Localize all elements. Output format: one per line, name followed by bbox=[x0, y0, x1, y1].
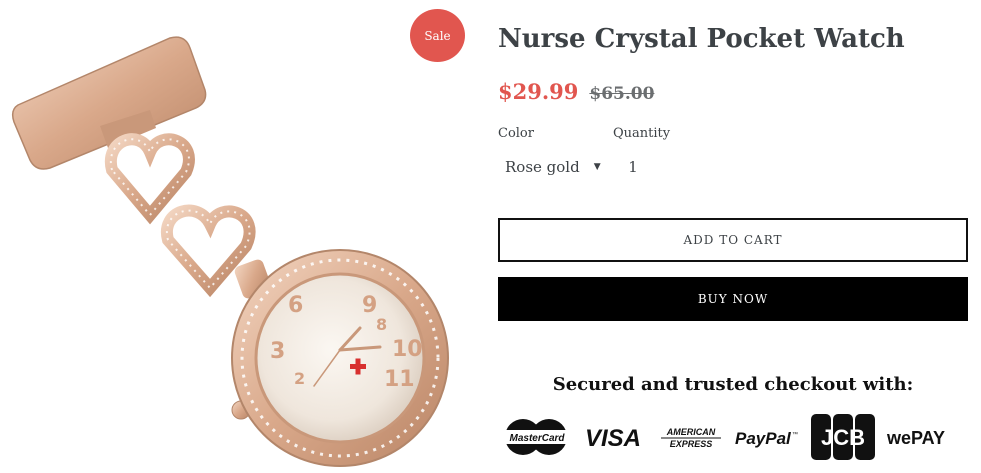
quantity-input[interactable] bbox=[613, 152, 653, 182]
add-to-cart-button[interactable]: ADD TO CART bbox=[498, 218, 968, 262]
payment-logos: MasterCard VISA AMERICAN EXPRESS PayPal … bbox=[505, 414, 945, 460]
svg-text:3: 3 bbox=[270, 339, 285, 364]
wepay-logo: wePAY bbox=[886, 428, 945, 448]
svg-text:EXPRESS: EXPRESS bbox=[670, 439, 713, 449]
product-title: Nurse Crystal Pocket Watch bbox=[498, 24, 905, 54]
regular-price: $65.00 bbox=[589, 84, 655, 104]
svg-text:10: 10 bbox=[392, 337, 423, 362]
color-label: Color bbox=[498, 126, 534, 141]
svg-text:2: 2 bbox=[294, 369, 305, 388]
sale-badge: Sale bbox=[410, 9, 465, 62]
price-row: $29.99 $65.00 bbox=[498, 79, 654, 104]
svg-text:6: 6 bbox=[288, 293, 303, 318]
svg-text:AMERICAN: AMERICAN bbox=[666, 427, 716, 437]
caret-down-icon: ▼ bbox=[593, 162, 601, 172]
heart-charm-upper bbox=[104, 133, 195, 225]
color-select[interactable]: Rose gold ▼ bbox=[498, 152, 603, 182]
quantity-label: Quantity bbox=[613, 126, 671, 141]
product-image[interactable]: 6 9 8 10 11 3 2 bbox=[0, 0, 470, 473]
mastercard-logo: MasterCard bbox=[505, 419, 569, 455]
svg-text:PayPal: PayPal bbox=[735, 429, 792, 448]
visa-logo: VISA bbox=[585, 425, 641, 452]
paypal-logo: PayPal ™ bbox=[735, 429, 798, 448]
svg-text:™: ™ bbox=[792, 431, 798, 438]
color-select-value: Rose gold bbox=[505, 158, 580, 176]
svg-text:8: 8 bbox=[376, 315, 387, 334]
svg-text:JCB: JCB bbox=[821, 425, 865, 450]
jcb-logo: JCB bbox=[811, 414, 875, 460]
svg-text:VISA: VISA bbox=[585, 425, 641, 452]
buy-now-button[interactable]: BUY NOW bbox=[498, 277, 968, 321]
sale-price: $29.99 bbox=[498, 79, 579, 104]
amex-logo: AMERICAN EXPRESS bbox=[661, 427, 721, 449]
svg-text:MasterCard: MasterCard bbox=[509, 433, 565, 444]
svg-text:11: 11 bbox=[384, 367, 415, 392]
svg-text:wePAY: wePAY bbox=[886, 428, 945, 448]
secure-checkout-heading: Secured and trusted checkout with: bbox=[552, 374, 914, 395]
